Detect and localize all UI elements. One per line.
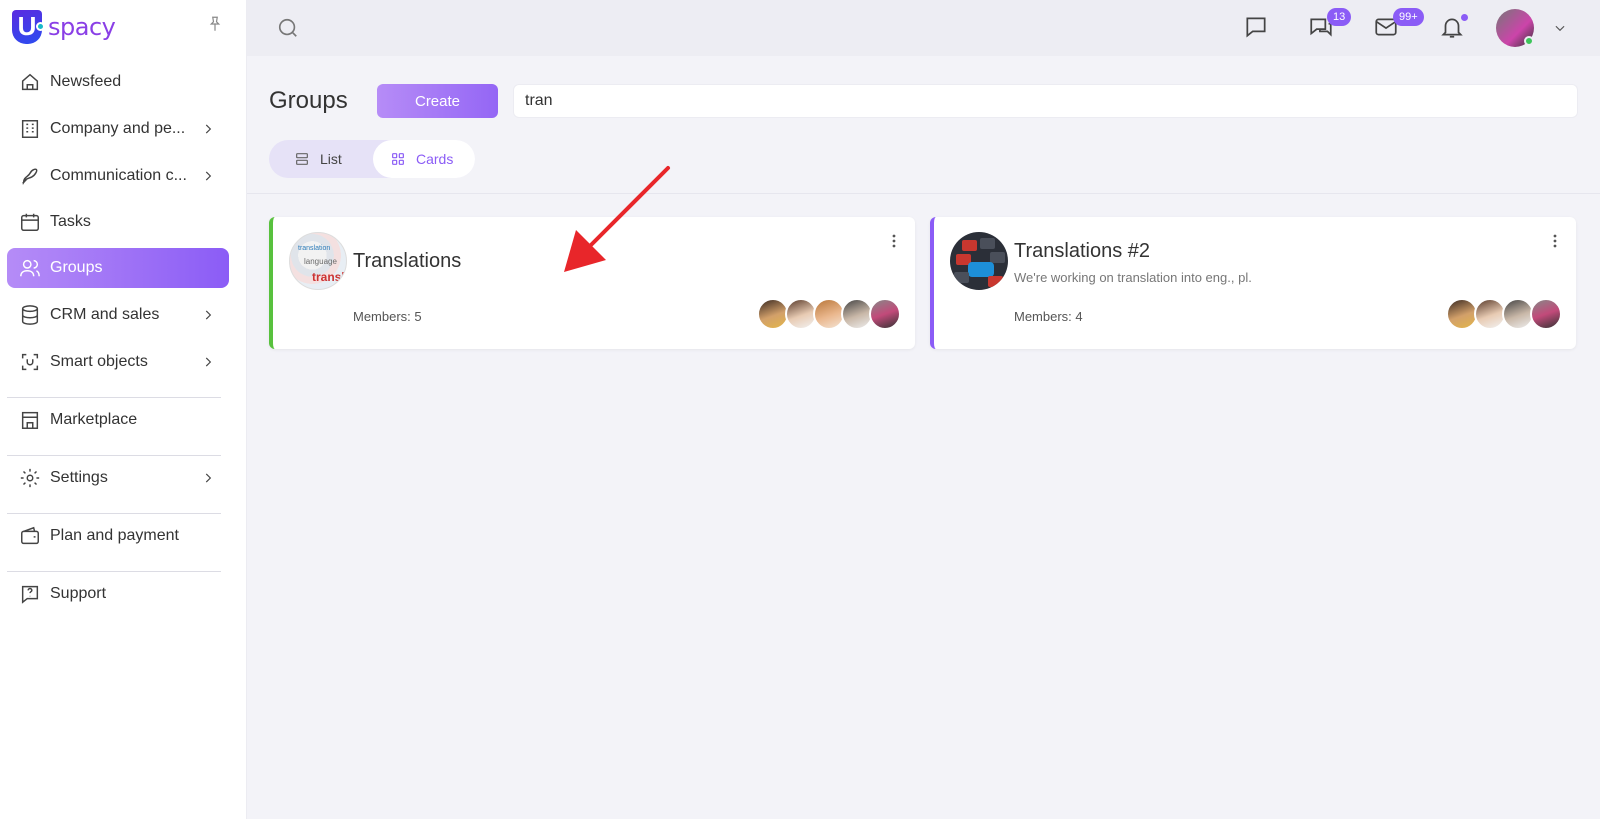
tab-label: Cards [416, 151, 454, 167]
building-icon [21, 120, 39, 138]
sidebar-item-label: Company and pe... [50, 120, 186, 137]
member-avatars [1446, 298, 1562, 330]
divider [7, 397, 221, 398]
store-icon [21, 411, 39, 429]
wallet-icon [21, 526, 39, 545]
top-bar: 13 99+ [247, 0, 1600, 56]
gear-icon [20, 468, 40, 488]
group-card[interactable]: Translations #2 We're working on transla… [930, 217, 1576, 349]
group-description: We're working on translation into eng., … [1014, 270, 1252, 285]
pin-icon[interactable] [206, 14, 224, 34]
avatar[interactable] [869, 298, 901, 330]
chevron-right-icon [205, 124, 212, 134]
chevron-right-icon [205, 310, 212, 320]
sidebar-item-tasks[interactable]: Tasks [7, 202, 229, 242]
search-input[interactable] [513, 84, 1578, 118]
sidebar-item-marketplace[interactable]: Marketplace [7, 400, 229, 440]
sidebar-item-label: CRM and sales [50, 306, 160, 323]
logo-mark: U [12, 10, 45, 44]
calendar-icon [21, 213, 39, 231]
smart-objects-icon [21, 353, 39, 371]
sidebar-item-label: Smart objects [50, 353, 148, 370]
chats-badge: 13 [1327, 8, 1352, 26]
member-avatars [757, 298, 901, 330]
page-title: Groups [269, 87, 348, 114]
grid-icon [392, 153, 404, 165]
more-options-icon[interactable] [889, 233, 899, 249]
sidebar-item-newsfeed[interactable]: Newsfeed [7, 62, 229, 102]
message-icon[interactable] [1243, 14, 1269, 40]
notification-dot [1461, 14, 1468, 21]
chevron-right-icon [205, 473, 212, 483]
page-header: Groups Create List Cards [247, 56, 1600, 194]
avatar[interactable] [1530, 298, 1562, 330]
search-icon[interactable] [277, 17, 299, 39]
logo-text: spacy [48, 13, 116, 41]
group-avatar [950, 232, 1008, 290]
group-name[interactable]: Translations [353, 250, 461, 273]
chevron-right-icon [205, 357, 212, 367]
chevron-right-icon [205, 171, 212, 181]
tab-cards[interactable]: Cards [373, 140, 475, 178]
annotation-arrow [564, 166, 670, 272]
sidebar-item-plan-payment[interactable]: Plan and payment [7, 516, 229, 556]
tab-label: List [320, 151, 342, 167]
mail-badge: 99+ [1393, 8, 1424, 26]
sidebar-item-label: Tasks [50, 213, 91, 230]
list-icon [296, 153, 308, 165]
sidebar: U spacy Newsfeed Company and pe... Commu… [0, 0, 247, 819]
communication-icon [22, 168, 38, 186]
sidebar-item-groups[interactable]: Groups [7, 248, 229, 288]
group-avatar: translation language translat [289, 232, 347, 290]
database-icon [21, 305, 39, 325]
members-count: Members: 5 [353, 309, 422, 324]
sidebar-item-smart-objects[interactable]: Smart objects [7, 342, 229, 382]
sidebar-item-crm[interactable]: CRM and sales [7, 295, 229, 335]
divider [7, 513, 221, 514]
sidebar-item-label: Communication c... [50, 167, 187, 184]
sidebar-item-company[interactable]: Company and pe... [7, 109, 229, 149]
chevron-down-icon[interactable] [1553, 21, 1567, 35]
sidebar-item-communication[interactable]: Communication c... [7, 156, 229, 196]
sidebar-item-label: Settings [50, 469, 108, 486]
create-button[interactable]: Create [377, 84, 498, 118]
sidebar-item-label: Plan and payment [50, 527, 179, 544]
sidebar-item-label: Support [50, 585, 107, 602]
tab-list[interactable]: List [294, 140, 342, 178]
sidebar-item-support[interactable]: Support [7, 574, 229, 614]
more-options-icon[interactable] [1550, 233, 1560, 249]
view-toggle: List Cards [269, 140, 475, 178]
help-icon [21, 585, 39, 604]
logo[interactable]: U spacy [12, 10, 116, 44]
sidebar-item-label: Groups [50, 259, 103, 276]
users-icon [20, 259, 40, 277]
sidebar-item-settings[interactable]: Settings [7, 458, 229, 498]
divider [7, 455, 221, 456]
members-count: Members: 4 [1014, 309, 1083, 324]
sidebar-item-label: Newsfeed [50, 73, 122, 90]
online-status-dot [1524, 36, 1534, 46]
group-name[interactable]: Translations #2 [1014, 240, 1150, 263]
home-icon [21, 73, 39, 91]
sidebar-item-label: Marketplace [50, 411, 138, 428]
divider [7, 571, 221, 572]
